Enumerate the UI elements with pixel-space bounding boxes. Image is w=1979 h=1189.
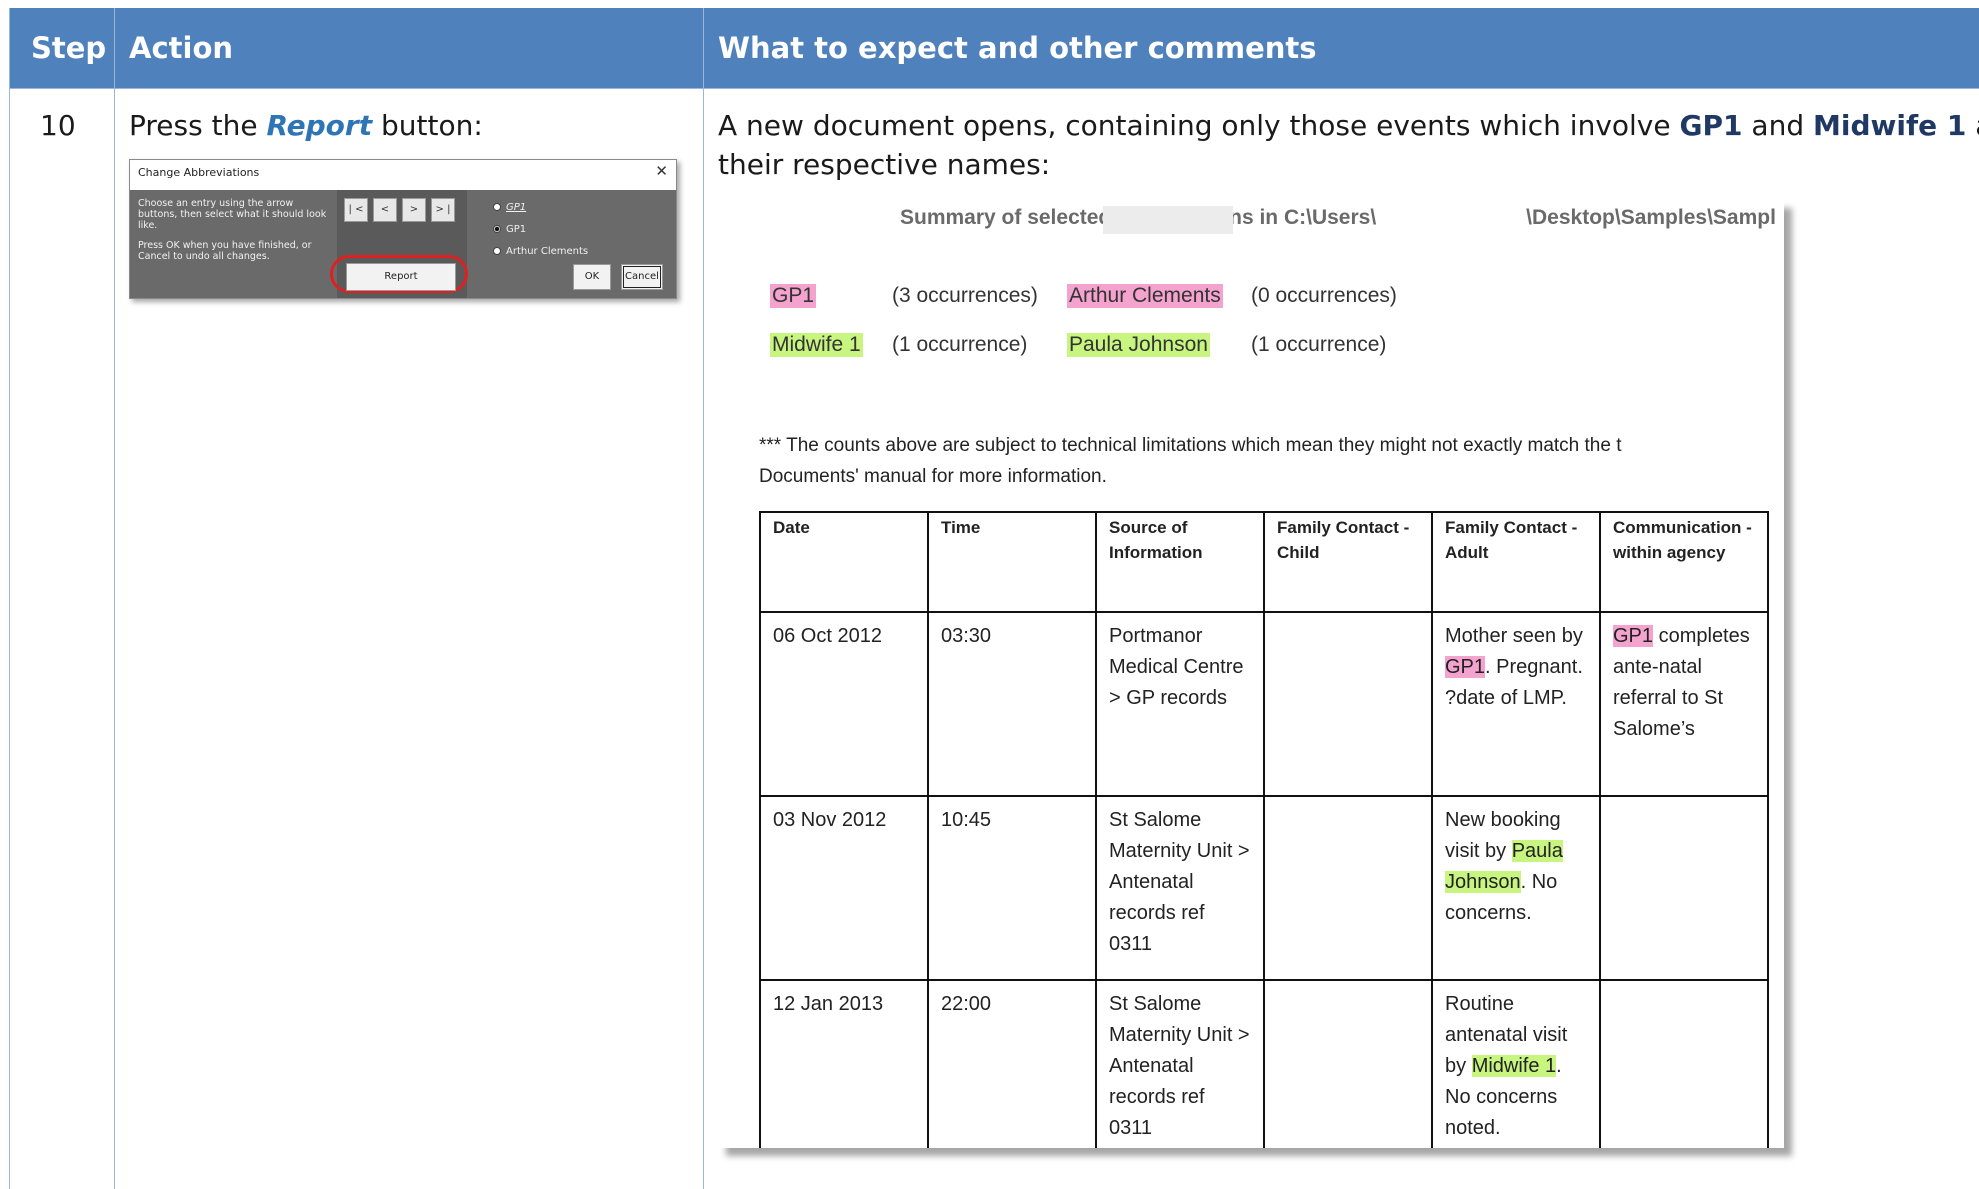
report-note: *** The counts above are subject to tech… <box>759 430 1622 492</box>
report-note-line1: *** The counts above are subject to tech… <box>759 435 1622 456</box>
cell-child <box>1263 979 1433 1148</box>
action-prefix: Press the <box>129 109 267 142</box>
cell-date: 03 Nov 2012 <box>759 795 929 981</box>
header-step: Step <box>31 31 107 65</box>
name-paula: Paula Johnson <box>1067 333 1210 357</box>
comment-midwife1: Midwife 1 <box>1813 109 1967 142</box>
dialog-help-choose: Choose an entry using the arrow buttons,… <box>138 198 327 231</box>
col-contact-child: Family Contact - Child <box>1263 511 1433 613</box>
radio-selected-icon <box>493 225 501 233</box>
report-title-right: \Desktop\Samples\Sampl <box>1526 206 1776 229</box>
option-abbreviation[interactable]: GP1 <box>493 202 526 213</box>
column-divider-action <box>703 8 704 1189</box>
cell-adult: Mother seen by GP1. Pregnant. ?date of L… <box>1431 611 1601 797</box>
name-paula-count: (1 occurrence) <box>1251 333 1387 356</box>
abbr-gp1: GP1 <box>770 284 817 308</box>
header-bottom-border <box>9 88 1979 89</box>
comment-line-1: A new document opens, containing only th… <box>718 109 1979 142</box>
events-header-row: Date Time Source of Information Family C… <box>759 511 1769 613</box>
option-abbreviation-label: GP1 <box>506 202 527 213</box>
table-border-left <box>9 8 10 1189</box>
report-note-line2: Documents' manual for more information. <box>759 466 1107 487</box>
action-suffix: button: <box>372 109 483 142</box>
dialog-body: Choose an entry using the arrow buttons,… <box>130 190 676 298</box>
comm-highlight: GP1 <box>1613 625 1654 647</box>
col-source: Source of Information <box>1095 511 1265 613</box>
table-row: 06 Oct 2012 03:30 Portmanor Medical Cent… <box>759 611 1769 797</box>
previous-button[interactable]: < <box>373 198 397 222</box>
radio-icon <box>493 203 501 211</box>
cell-time: 22:00 <box>927 979 1097 1148</box>
comment-line-2: their respective names: <box>718 148 1051 181</box>
option-name[interactable]: Arthur Clements <box>493 246 588 257</box>
action-report-word: Report <box>266 109 373 142</box>
header-action: Action <box>129 31 234 65</box>
cancel-button[interactable]: Cancel <box>621 264 663 290</box>
dialog-title: Change Abbreviations <box>138 166 260 179</box>
name-arthur: Arthur Clements <box>1067 284 1223 308</box>
cell-source: St Salome Maternity Unit > Antenatal rec… <box>1095 795 1265 981</box>
action-instruction: Press the Report button: <box>129 109 483 142</box>
cell-adult: New booking visit by Paula Johnson. No c… <box>1431 795 1601 981</box>
adult-highlight: GP1 <box>1445 656 1486 678</box>
cell-child <box>1263 795 1433 981</box>
abbr-gp1-count: (3 occurrences) <box>892 284 1038 307</box>
col-time: Time <box>927 511 1097 613</box>
cell-date: 12 Jan 2013 <box>759 979 929 1148</box>
first-button[interactable]: | < <box>344 198 368 222</box>
option-name-label: Arthur Clements <box>506 246 589 257</box>
cell-child <box>1263 611 1433 797</box>
col-date: Date <box>759 511 929 613</box>
next-button[interactable]: > <box>402 198 426 222</box>
cell-date: 06 Oct 2012 <box>759 611 929 797</box>
change-abbreviations-dialog: Change Abbreviations ✕ Choose an entry u… <box>129 159 677 299</box>
last-button[interactable]: > | <box>431 198 455 222</box>
ok-button[interactable]: OK <box>573 264 611 290</box>
adult-text: Mother seen by <box>1445 625 1583 647</box>
cell-communication <box>1599 795 1769 981</box>
column-divider-step <box>114 8 115 1189</box>
comment-text-3: and <box>1966 109 1979 142</box>
report-document: Summary of selected abbreviations in C:\… <box>718 200 1784 1148</box>
step-number: 10 <box>40 109 76 142</box>
report-title: Summary of selected abbreviations in C:\… <box>900 206 1776 230</box>
option-keep[interactable]: GP1 <box>493 224 526 235</box>
col-contact-adult: Family Contact - Adult <box>1431 511 1601 613</box>
cell-adult: Routine antenatal visit by Midwife 1. No… <box>1431 979 1601 1148</box>
name-arthur-count: (0 occurrences) <box>1251 284 1397 307</box>
comment-text-2: and <box>1742 109 1813 142</box>
cell-time: 03:30 <box>927 611 1097 797</box>
cell-communication: GP1 completes ante-natal referral to St … <box>1599 611 1769 797</box>
option-keep-label: GP1 <box>506 224 527 235</box>
cell-communication <box>1599 979 1769 1148</box>
dialog-help: Choose an entry using the arrow buttons,… <box>138 198 334 271</box>
dialog-help-ok: Press OK when you have finished, or Canc… <box>138 240 312 262</box>
close-icon[interactable]: ✕ <box>655 162 668 180</box>
radio-icon <box>493 247 501 255</box>
abbr-midwife1-count: (1 occurrence) <box>892 333 1028 356</box>
cell-time: 10:45 <box>927 795 1097 981</box>
table-row: 12 Jan 2013 22:00 St Salome Maternity Un… <box>759 979 1769 1148</box>
header-comments: What to expect and other comments <box>718 31 1317 65</box>
cell-source: St Salome Maternity Unit > Antenatal rec… <box>1095 979 1265 1148</box>
col-communication: Communication - within agency <box>1599 511 1769 613</box>
comment-text-1: A new document opens, containing only th… <box>718 109 1680 142</box>
abbr-midwife1: Midwife 1 <box>770 333 863 357</box>
redaction-blur <box>1103 206 1233 234</box>
adult-highlight: Midwife 1 <box>1471 1055 1557 1077</box>
report-button[interactable]: Report <box>346 263 456 291</box>
table-row: 03 Nov 2012 10:45 St Salome Maternity Un… <box>759 795 1769 981</box>
cell-source: Portmanor Medical Centre > GP records <box>1095 611 1265 797</box>
events-table: Date Time Source of Information Family C… <box>759 511 1769 1148</box>
comment-gp1: GP1 <box>1679 109 1743 142</box>
